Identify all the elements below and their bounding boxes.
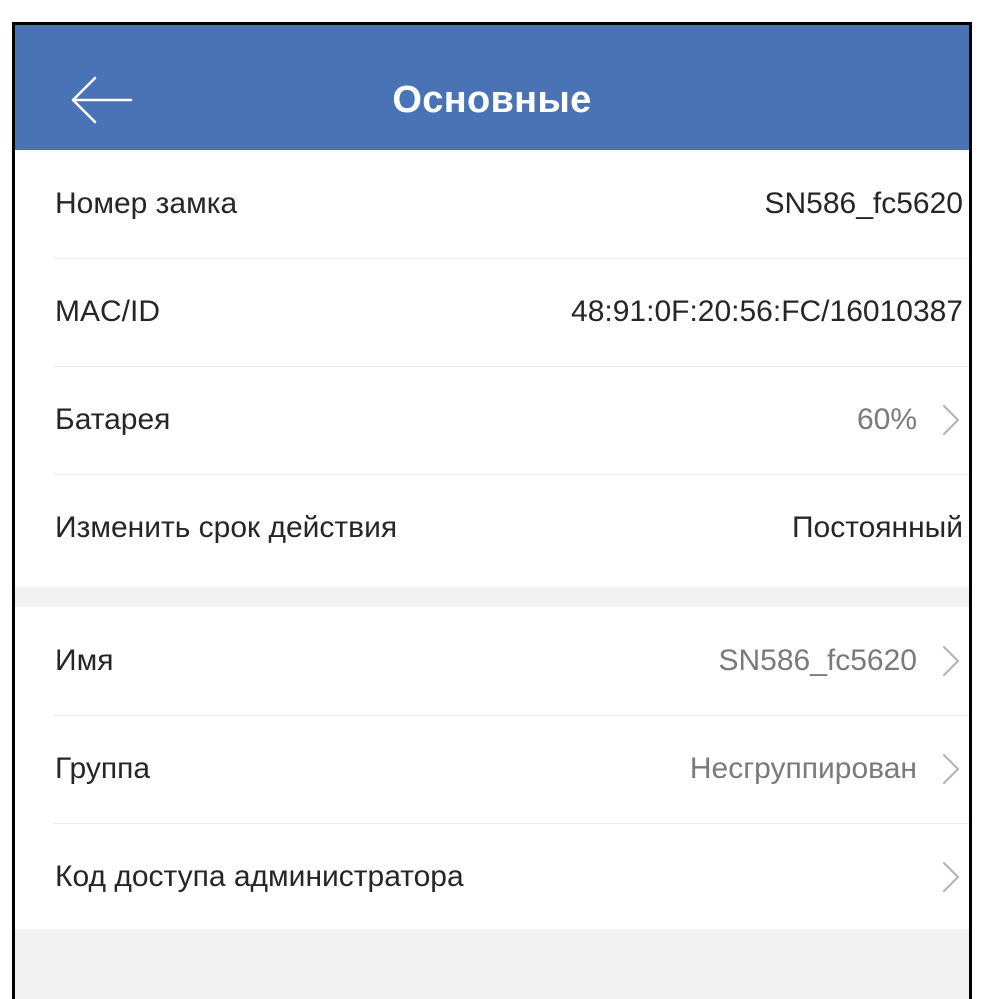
battery-row[interactable]: Батарея 60% (15, 366, 969, 474)
admin-passcode-row[interactable]: Код доступа администратора (15, 823, 969, 931)
mac-id-row: MAC/ID 48:91:0F:20:56:FC/16010387 (15, 258, 969, 366)
lock-info-section: Номер замка SN586_fc5620 MAC/ID 48:91:0F… (15, 150, 969, 587)
lock-number-value: SN586_fc5620 (764, 187, 964, 220)
lock-settings-section: Имя SN586_fc5620 Группа Несгруппирован К… (15, 607, 969, 929)
group-label: Группа (55, 752, 151, 785)
page-title: Основные (392, 79, 592, 121)
chevron-right-icon (939, 400, 963, 440)
validity-period-row[interactable]: Изменить срок действия Постоянный (15, 474, 969, 582)
name-value: SN586_fc5620 (718, 644, 918, 677)
chevron-right-icon (939, 641, 963, 681)
validity-period-value: Постоянный (791, 511, 963, 544)
admin-passcode-label: Код доступа администратора (55, 860, 464, 893)
lock-number-row: Номер замка SN586_fc5620 (15, 150, 969, 258)
name-row[interactable]: Имя SN586_fc5620 (15, 607, 969, 715)
name-label: Имя (55, 644, 114, 677)
group-row[interactable]: Группа Несгруппирован (15, 715, 969, 823)
battery-value: 60% (856, 403, 917, 436)
chevron-right-icon (939, 857, 963, 897)
chevron-right-icon (939, 749, 963, 789)
mac-id-label: MAC/ID (55, 295, 160, 328)
battery-label: Батарея (55, 403, 171, 436)
validity-period-label: Изменить срок действия (55, 511, 398, 544)
mac-id-value: 48:91:0F:20:56:FC/16010387 (571, 295, 963, 328)
top-app-bar: Основные (15, 25, 969, 150)
screen-frame: Основные Номер замка SN586_fc5620 MAC/ID… (12, 22, 972, 999)
lock-number-label: Номер замка (55, 187, 238, 220)
group-value: Несгруппирован (689, 752, 917, 785)
